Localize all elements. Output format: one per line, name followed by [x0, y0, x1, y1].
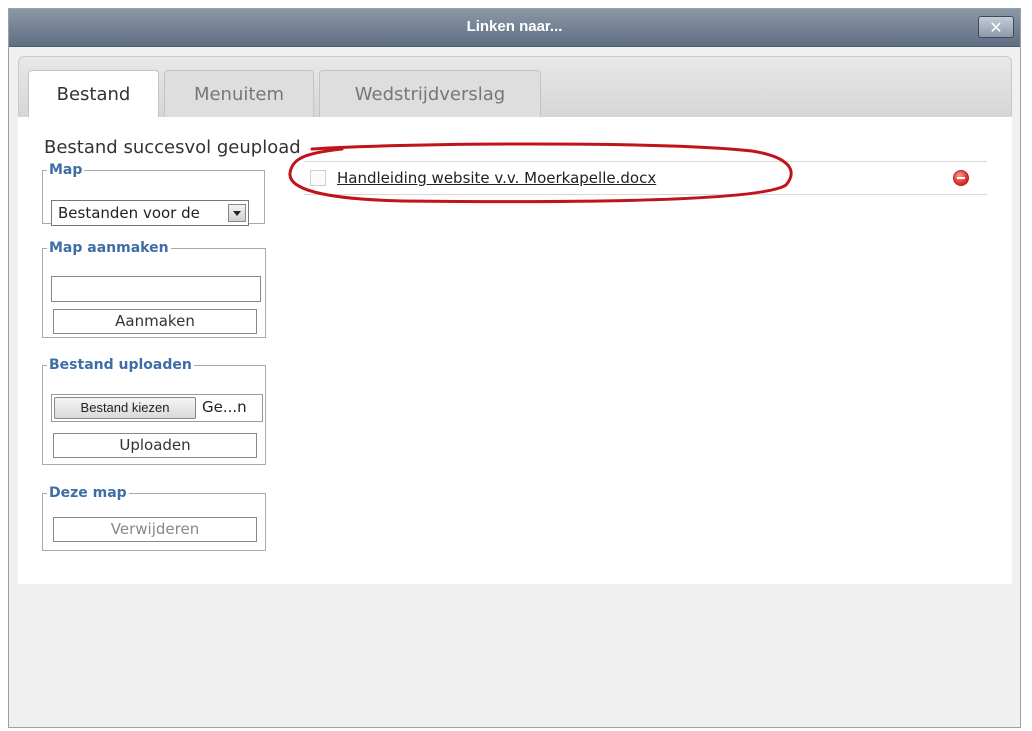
map-create-fieldset: Map aanmaken Aanmaken [42, 240, 266, 338]
create-folder-button[interactable]: Aanmaken [53, 309, 257, 334]
upload-button[interactable]: Uploaden [53, 433, 257, 458]
delete-folder-button[interactable]: Verwijderen [53, 517, 257, 542]
chevron-down-icon[interactable] [228, 204, 246, 222]
chosen-file-name: Ge...n [202, 398, 247, 416]
choose-file-button[interactable]: Bestand kiezen [54, 397, 196, 419]
dialog-title: Linken naar... [466, 18, 563, 35]
map-create-legend: Map aanmaken [49, 240, 169, 256]
map-select[interactable]: Bestanden voor de [51, 200, 249, 226]
tab-bestand[interactable]: Bestand [28, 70, 159, 120]
link-dialog: Linken naar... ✕ Bestand Menuitem Wedstr… [8, 8, 1021, 728]
tab-bar: Bestand Menuitem Wedstrijdverslag [18, 56, 1012, 120]
dialog-titlebar[interactable]: Linken naar... ✕ [9, 9, 1020, 47]
folder-name-input[interactable] [51, 276, 261, 302]
upload-status-message: Bestand succesvol geupload [44, 137, 301, 158]
upload-fieldset: Bestand uploaden Bestand kiezen Ge...n U… [42, 357, 266, 465]
upload-legend: Bestand uploaden [49, 357, 192, 373]
remove-icon[interactable] [953, 170, 969, 186]
this-folder-legend: Deze map [49, 485, 127, 501]
file-chooser[interactable]: Bestand kiezen Ge...n [51, 394, 263, 422]
close-icon: ✕ [989, 18, 1003, 37]
map-select-value: Bestanden voor de [58, 204, 200, 222]
map-fieldset: Map Bestanden voor de [42, 162, 265, 226]
annotation-circle [288, 142, 793, 204]
tab-wedstrijdverslag[interactable]: Wedstrijdverslag [319, 70, 541, 118]
map-legend: Map [49, 162, 83, 178]
tab-menuitem[interactable]: Menuitem [164, 70, 314, 118]
close-button[interactable]: ✕ [978, 16, 1014, 38]
this-folder-fieldset: Deze map Verwijderen [42, 485, 266, 551]
